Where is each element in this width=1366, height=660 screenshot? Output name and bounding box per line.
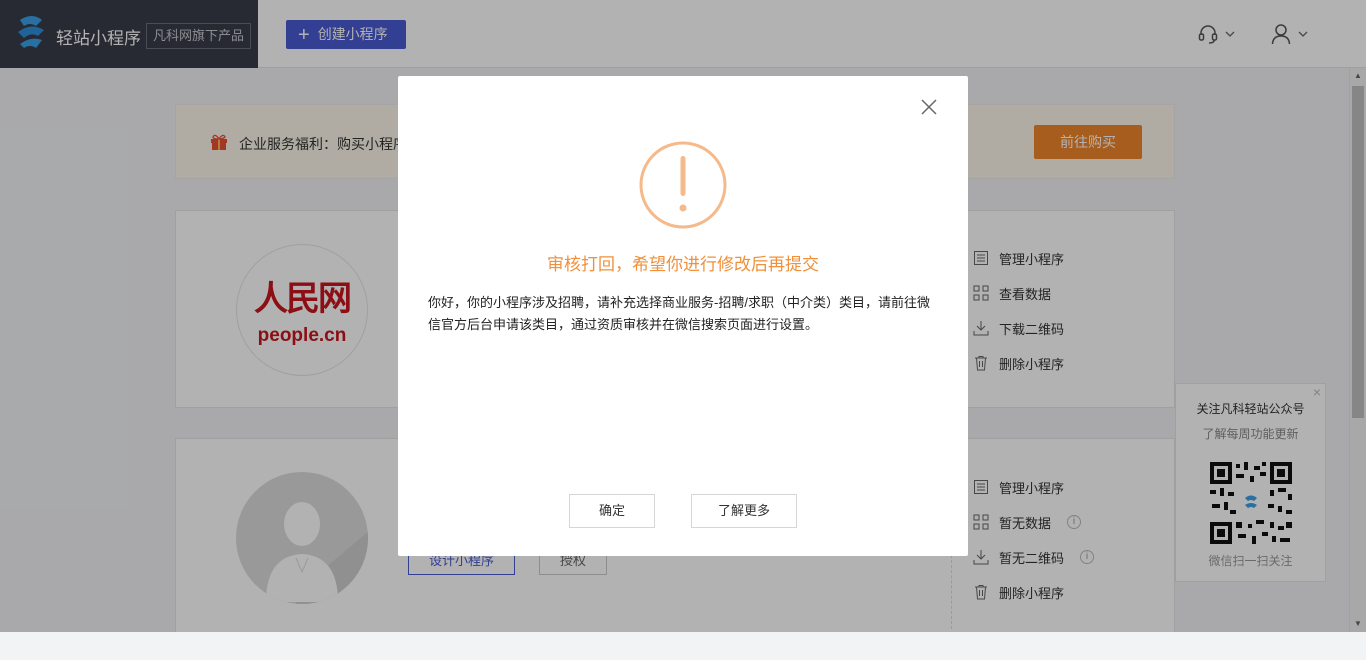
learn-more-button[interactable]: 了解更多 [691,494,797,528]
bottom-strip [0,632,1366,660]
close-icon[interactable] [920,98,938,116]
dialog-title: 审核打回，希望你进行修改后再提交 [547,255,819,274]
header-overlay[interactable] [0,0,1366,68]
dialog-message: 你好，你的小程序涉及招聘，请补充选择商业服务-招聘/求职（中介类）类目，请前往微… [428,295,930,332]
warning-icon [639,141,727,229]
review-rejected-dialog: 审核打回，希望你进行修改后再提交 你好，你的小程序涉及招聘，请补充选择商业服务-… [398,76,968,556]
confirm-button[interactable]: 确定 [569,494,655,528]
